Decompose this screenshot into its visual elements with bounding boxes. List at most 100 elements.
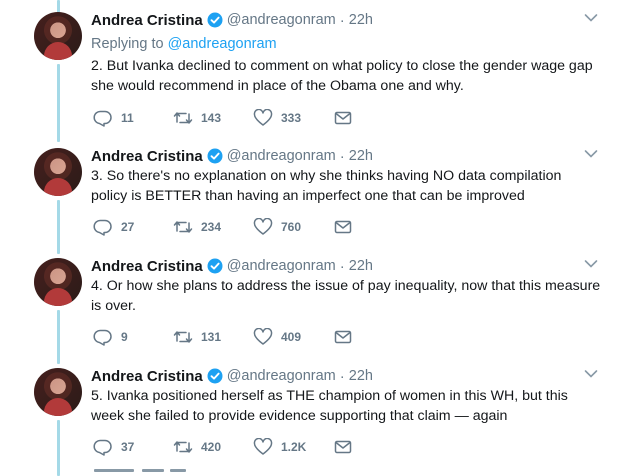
retweet-button[interactable]: 234 bbox=[173, 218, 221, 236]
retweet-button[interactable]: 143 bbox=[173, 109, 221, 127]
author-name[interactable]: Andrea Cristina bbox=[91, 148, 203, 165]
retweet-button[interactable]: 131 bbox=[173, 328, 221, 346]
separator-dot: · bbox=[339, 11, 345, 29]
tweet-text: 3. So there's no explanation on why she … bbox=[91, 166, 611, 206]
replying-to: Replying to @andreagonram bbox=[91, 36, 277, 52]
like-button[interactable]: 333 bbox=[253, 109, 301, 127]
tweet-actions: 27 234 760 bbox=[93, 218, 363, 238]
tweet-text-line: 2. But Ivanka declined to comment on wha… bbox=[91, 58, 593, 74]
tweet-header: Andrea Cristina @andreagonram · 22h bbox=[91, 146, 373, 166]
chevron-down-icon[interactable] bbox=[584, 369, 598, 379]
next-tweet-header-cropped bbox=[94, 467, 204, 476]
tweet-text-line: 3. So there's no explanation on why she … bbox=[91, 168, 562, 184]
tweet-header: Andrea Cristina @andreagonram · 22h bbox=[91, 256, 373, 276]
like-count: 409 bbox=[281, 330, 302, 344]
retweet-button[interactable]: 420 bbox=[173, 438, 221, 456]
author-name[interactable]: Andrea Cristina bbox=[91, 12, 203, 29]
tweet-text-line: is over. bbox=[91, 298, 136, 314]
tweet-text: 5. Ivanka positioned herself as THE cham… bbox=[91, 386, 611, 426]
envelope-icon bbox=[334, 440, 352, 454]
reply-count: 37 bbox=[121, 440, 135, 454]
tweet-text: 4. Or how she plans to address the issue… bbox=[91, 276, 611, 316]
tweet-text-line: 4. Or how she plans to address the issue… bbox=[91, 278, 601, 294]
retweet-count: 420 bbox=[201, 440, 222, 454]
like-button[interactable]: 760 bbox=[253, 218, 301, 236]
reply-count: 27 bbox=[121, 220, 135, 234]
author-name[interactable]: Andrea Cristina bbox=[91, 258, 203, 275]
retweet-icon bbox=[173, 441, 193, 453]
envelope-icon bbox=[334, 220, 352, 234]
timestamp[interactable]: 22h bbox=[349, 258, 373, 274]
tweet-header: Andrea Cristina @andreagonram · 22h bbox=[91, 10, 373, 30]
tweet[interactable]: Andrea Cristina @andreagonram · 22h Repl… bbox=[0, 10, 634, 135]
tweet-text-line: she would recommend in place of the Obam… bbox=[91, 78, 464, 94]
tweet[interactable]: Andrea Cristina @andreagonram · 22h 3. S… bbox=[0, 146, 634, 246]
tweet[interactable]: Andrea Cristina @andreagonram · 22h 5. I… bbox=[0, 366, 634, 466]
separator-dot: · bbox=[339, 257, 345, 275]
like-count: 760 bbox=[281, 220, 302, 234]
tweet-text: 2. But Ivanka declined to comment on wha… bbox=[91, 56, 611, 96]
heart-icon bbox=[253, 218, 273, 235]
author-handle[interactable]: @andreagonram bbox=[227, 12, 336, 28]
tweet-text-line: week she failed to provide evidence supp… bbox=[91, 408, 508, 424]
reply-icon bbox=[93, 219, 112, 236]
like-count: 333 bbox=[281, 111, 302, 125]
tweet-header: Andrea Cristina @andreagonram · 22h bbox=[91, 366, 373, 386]
reply-count: 11 bbox=[121, 111, 134, 125]
retweet-count: 143 bbox=[201, 111, 222, 125]
reply-button[interactable]: 11 bbox=[93, 109, 134, 127]
direct-message-button[interactable] bbox=[333, 328, 353, 346]
reply-icon bbox=[93, 110, 112, 127]
replying-label: Replying to bbox=[91, 36, 164, 52]
retweet-count: 131 bbox=[201, 330, 222, 344]
author-handle[interactable]: @andreagonram bbox=[227, 148, 336, 164]
retweet-icon bbox=[173, 221, 193, 233]
separator-dot: · bbox=[339, 367, 345, 385]
direct-message-button[interactable] bbox=[333, 218, 353, 236]
like-count: 1.2K bbox=[281, 440, 307, 454]
reply-count: 9 bbox=[121, 330, 128, 344]
reply-button[interactable]: 9 bbox=[93, 328, 128, 346]
like-button[interactable]: 1.2K bbox=[253, 438, 306, 456]
verified-badge-icon bbox=[207, 368, 223, 384]
direct-message-button[interactable] bbox=[333, 109, 353, 127]
avatar[interactable] bbox=[34, 258, 82, 306]
timestamp[interactable]: 22h bbox=[349, 148, 373, 164]
author-name[interactable]: Andrea Cristina bbox=[91, 368, 203, 385]
replying-handle-link[interactable]: @andreagonram bbox=[168, 36, 277, 52]
tweet-actions: 37 420 1.2K bbox=[93, 438, 363, 458]
direct-message-button[interactable] bbox=[333, 438, 353, 456]
verified-badge-icon bbox=[207, 258, 223, 274]
verified-badge-icon bbox=[207, 12, 223, 28]
retweet-icon bbox=[173, 112, 193, 124]
reply-icon bbox=[93, 439, 112, 456]
reply-icon bbox=[93, 329, 112, 346]
like-button[interactable]: 409 bbox=[253, 328, 301, 346]
heart-icon bbox=[253, 109, 273, 126]
envelope-icon bbox=[334, 330, 352, 344]
tweet-text-line: policy is BETTER than having an imperfec… bbox=[91, 188, 525, 204]
timestamp[interactable]: 22h bbox=[349, 368, 373, 384]
heart-icon bbox=[253, 438, 273, 455]
timestamp[interactable]: 22h bbox=[349, 12, 373, 28]
chevron-down-icon[interactable] bbox=[584, 13, 598, 23]
envelope-icon bbox=[334, 111, 352, 125]
author-handle[interactable]: @andreagonram bbox=[227, 258, 336, 274]
avatar[interactable] bbox=[34, 368, 82, 416]
avatar[interactable] bbox=[34, 148, 82, 196]
chevron-down-icon[interactable] bbox=[584, 149, 598, 159]
separator-dot: · bbox=[339, 147, 345, 165]
reply-button[interactable]: 37 bbox=[93, 438, 134, 456]
tweet-actions: 9 131 409 bbox=[93, 328, 363, 348]
chevron-down-icon[interactable] bbox=[584, 259, 598, 269]
retweet-icon bbox=[173, 331, 193, 343]
tweet[interactable]: Andrea Cristina @andreagonram · 22h 4. O… bbox=[0, 256, 634, 356]
heart-icon bbox=[253, 328, 273, 345]
verified-badge-icon bbox=[207, 148, 223, 164]
tweet-text-line: 5. Ivanka positioned herself as THE cham… bbox=[91, 388, 568, 404]
avatar[interactable] bbox=[34, 12, 82, 60]
retweet-count: 234 bbox=[201, 220, 222, 234]
tweet-actions: 11 143 333 bbox=[93, 109, 363, 129]
author-handle[interactable]: @andreagonram bbox=[227, 368, 336, 384]
reply-button[interactable]: 27 bbox=[93, 218, 134, 236]
